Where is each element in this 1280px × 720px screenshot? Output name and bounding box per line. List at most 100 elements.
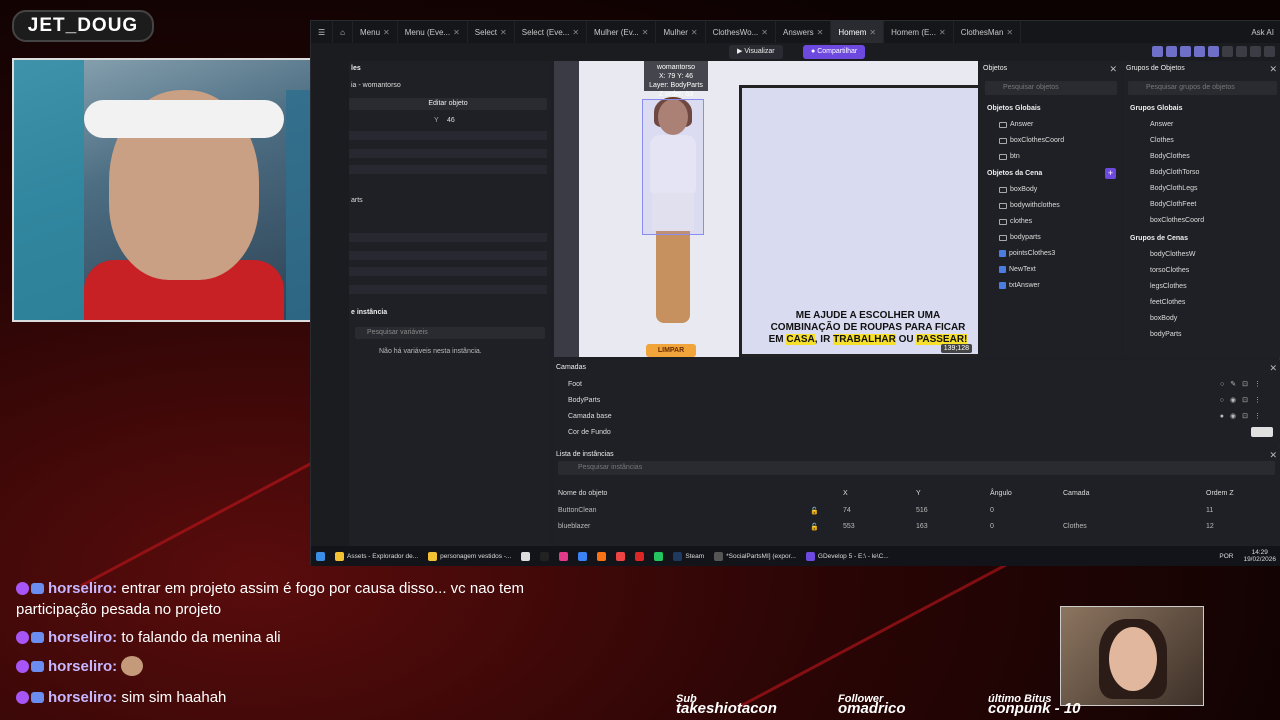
taskbar-steam[interactable]: Steam <box>668 551 709 561</box>
group-item[interactable]: boxClothesCoord <box>1150 217 1204 224</box>
object-item[interactable]: btn <box>999 153 1020 160</box>
objects-icon[interactable] <box>1166 46 1177 57</box>
group-item[interactable]: feetClothes <box>1150 299 1185 306</box>
group-item[interactable]: BodyClothLegs <box>1150 185 1197 192</box>
property-row[interactable] <box>349 165 547 174</box>
object-item[interactable]: pointsClothes3 <box>999 250 1055 257</box>
groups-icon[interactable] <box>1180 46 1191 57</box>
share-button[interactable]: ● Compartilhar <box>803 45 866 59</box>
layer-controls[interactable]: ○✎⊡⋮ <box>1220 380 1267 388</box>
group-item[interactable]: Answer <box>1150 121 1173 128</box>
object-item[interactable]: txtAnswer <box>999 282 1040 289</box>
property-row[interactable] <box>349 233 547 242</box>
taskbar-app[interactable] <box>592 551 611 561</box>
groups-search[interactable]: Pesquisar grupos de objetos <box>1128 81 1277 95</box>
close-icon[interactable]: ✕ <box>642 28 649 37</box>
group-item[interactable]: torsoClothes <box>1150 267 1189 274</box>
object-item[interactable]: bodywithclothes <box>999 202 1060 209</box>
layer-bodyparts[interactable]: BodyParts <box>568 397 600 404</box>
close-icon[interactable]: ✕ <box>383 28 390 37</box>
tab-select-events[interactable]: Select (Eve... ✕ <box>515 21 588 43</box>
close-icon[interactable]: ✕ <box>500 28 507 37</box>
add-object-button[interactable]: + <box>1105 168 1116 179</box>
close-icon[interactable]: ✕ <box>1269 363 1277 374</box>
group-item[interactable]: bodyClothesW <box>1150 251 1196 258</box>
close-icon[interactable]: ✕ <box>1269 64 1277 75</box>
close-icon[interactable]: ✕ <box>761 28 768 37</box>
col-zorder[interactable]: Ordem Z <box>1206 490 1234 497</box>
objects-search[interactable]: Pesquisar objetos <box>985 81 1117 95</box>
instances-icon[interactable] <box>1208 46 1219 57</box>
edit-object-button[interactable]: Editar objeto <box>349 98 547 110</box>
col-y[interactable]: Y <box>916 490 921 497</box>
tab-mulher-events[interactable]: Mulher (Ev... ✕ <box>587 21 657 43</box>
group-item[interactable]: bodyParts <box>1150 331 1182 338</box>
close-icon[interactable]: ✕ <box>939 28 946 37</box>
layer-controls[interactable]: ●◉⊡⋮ <box>1220 412 1267 420</box>
preview-button[interactable]: ▶ Visualizar <box>729 45 783 59</box>
taskbar-chrome[interactable] <box>649 551 668 561</box>
col-x[interactable]: X <box>843 490 848 497</box>
taskbar-clock[interactable]: 14:29 19/02/2026 <box>1238 549 1280 563</box>
background-color-swatch[interactable] <box>1251 427 1273 437</box>
global-objects-title[interactable]: Objetos Globais <box>987 105 1041 112</box>
taskbar-explorer[interactable]: personagem vestidos -... <box>423 551 516 561</box>
scene-groups-title[interactable]: Grupos de Cenas <box>1130 235 1188 242</box>
tab-clotheswoman[interactable]: ClothesWo... ✕ <box>706 21 776 43</box>
undo-icon[interactable] <box>1236 46 1247 57</box>
close-icon[interactable]: ✕ <box>453 28 460 37</box>
tab-homem[interactable]: Homem ✕ <box>831 21 885 43</box>
taskbar-app[interactable] <box>611 551 630 561</box>
taskbar-lang[interactable]: POR <box>1214 553 1238 560</box>
group-item[interactable]: BodyClothTorso <box>1150 169 1199 176</box>
close-icon[interactable]: ✕ <box>1269 450 1277 461</box>
tab-menu[interactable]: Menu ✕ <box>353 21 398 43</box>
scene-editor[interactable]: womantorso X: 79 Y: 46 Layer: BodyParts … <box>554 61 978 357</box>
tab-homem-events[interactable]: Homem (E... ✕ <box>884 21 954 43</box>
global-groups-title[interactable]: Grupos Globais <box>1130 105 1183 112</box>
zoom-icon[interactable] <box>1264 46 1275 57</box>
tab-clothesman[interactable]: ClothesMan ✕ <box>954 21 1022 43</box>
object-item[interactable]: Answer <box>999 121 1033 128</box>
col-layer[interactable]: Camada <box>1063 490 1089 497</box>
object-item[interactable]: boxClothesCoord <box>999 137 1064 144</box>
close-icon[interactable]: ✕ <box>1109 64 1117 75</box>
tab-menu-events[interactable]: Menu (Eve... ✕ <box>398 21 468 43</box>
object-item[interactable]: clothes <box>999 218 1032 225</box>
group-item[interactable]: BodyClothFeet <box>1150 201 1196 208</box>
group-item[interactable]: BodyClothes <box>1150 153 1190 160</box>
layer-controls[interactable]: ○◉⊡⋮ <box>1220 396 1267 404</box>
layer-background-color[interactable]: Cor de Fundo <box>568 429 611 436</box>
group-item[interactable]: legsClothes <box>1150 283 1187 290</box>
col-angle[interactable]: Ângulo <box>990 490 1012 497</box>
group-item[interactable]: Clothes <box>1150 137 1174 144</box>
clean-button[interactable]: LIMPAR <box>646 344 696 357</box>
redo-icon[interactable] <box>1250 46 1261 57</box>
windows-start-icon[interactable] <box>311 551 330 561</box>
object-item[interactable]: bodyparts <box>999 234 1041 241</box>
scene-canvas[interactable]: womantorso X: 79 Y: 46 Layer: BodyParts … <box>579 61 978 357</box>
instances-search[interactable]: Pesquisar instâncias <box>558 461 1275 475</box>
layers-icon[interactable] <box>1152 46 1163 57</box>
close-icon[interactable]: ✕ <box>572 28 579 37</box>
taskbar-app[interactable] <box>573 551 592 561</box>
scene-objects-title[interactable]: Objetos da Cena <box>987 170 1042 177</box>
selection-box[interactable] <box>642 99 704 235</box>
taskbar-app[interactable] <box>535 551 554 561</box>
tab-select[interactable]: Select ✕ <box>468 21 515 43</box>
properties-icon[interactable] <box>1194 46 1205 57</box>
property-row[interactable] <box>349 149 547 158</box>
taskbar-gdevelop[interactable]: GDevelop 5 - E:\ - le\C... <box>801 551 894 561</box>
grid-icon[interactable] <box>1222 46 1233 57</box>
taskbar-app[interactable] <box>630 551 649 561</box>
close-icon[interactable]: ✕ <box>691 28 698 37</box>
question-card[interactable]: ME AJUDE A ESCOLHER UMA COMBINAÇÃO DE RO… <box>739 85 978 357</box>
group-item[interactable]: boxBody <box>1150 315 1177 322</box>
close-icon[interactable]: ✕ <box>869 28 876 37</box>
close-icon[interactable]: ✕ <box>817 28 824 37</box>
property-row[interactable] <box>349 267 547 276</box>
tab-mulher[interactable]: Mulher ✕ <box>656 21 706 43</box>
property-row[interactable] <box>349 131 547 140</box>
close-icon[interactable]: ✕ <box>1006 28 1013 37</box>
taskbar-app[interactable] <box>516 551 535 561</box>
